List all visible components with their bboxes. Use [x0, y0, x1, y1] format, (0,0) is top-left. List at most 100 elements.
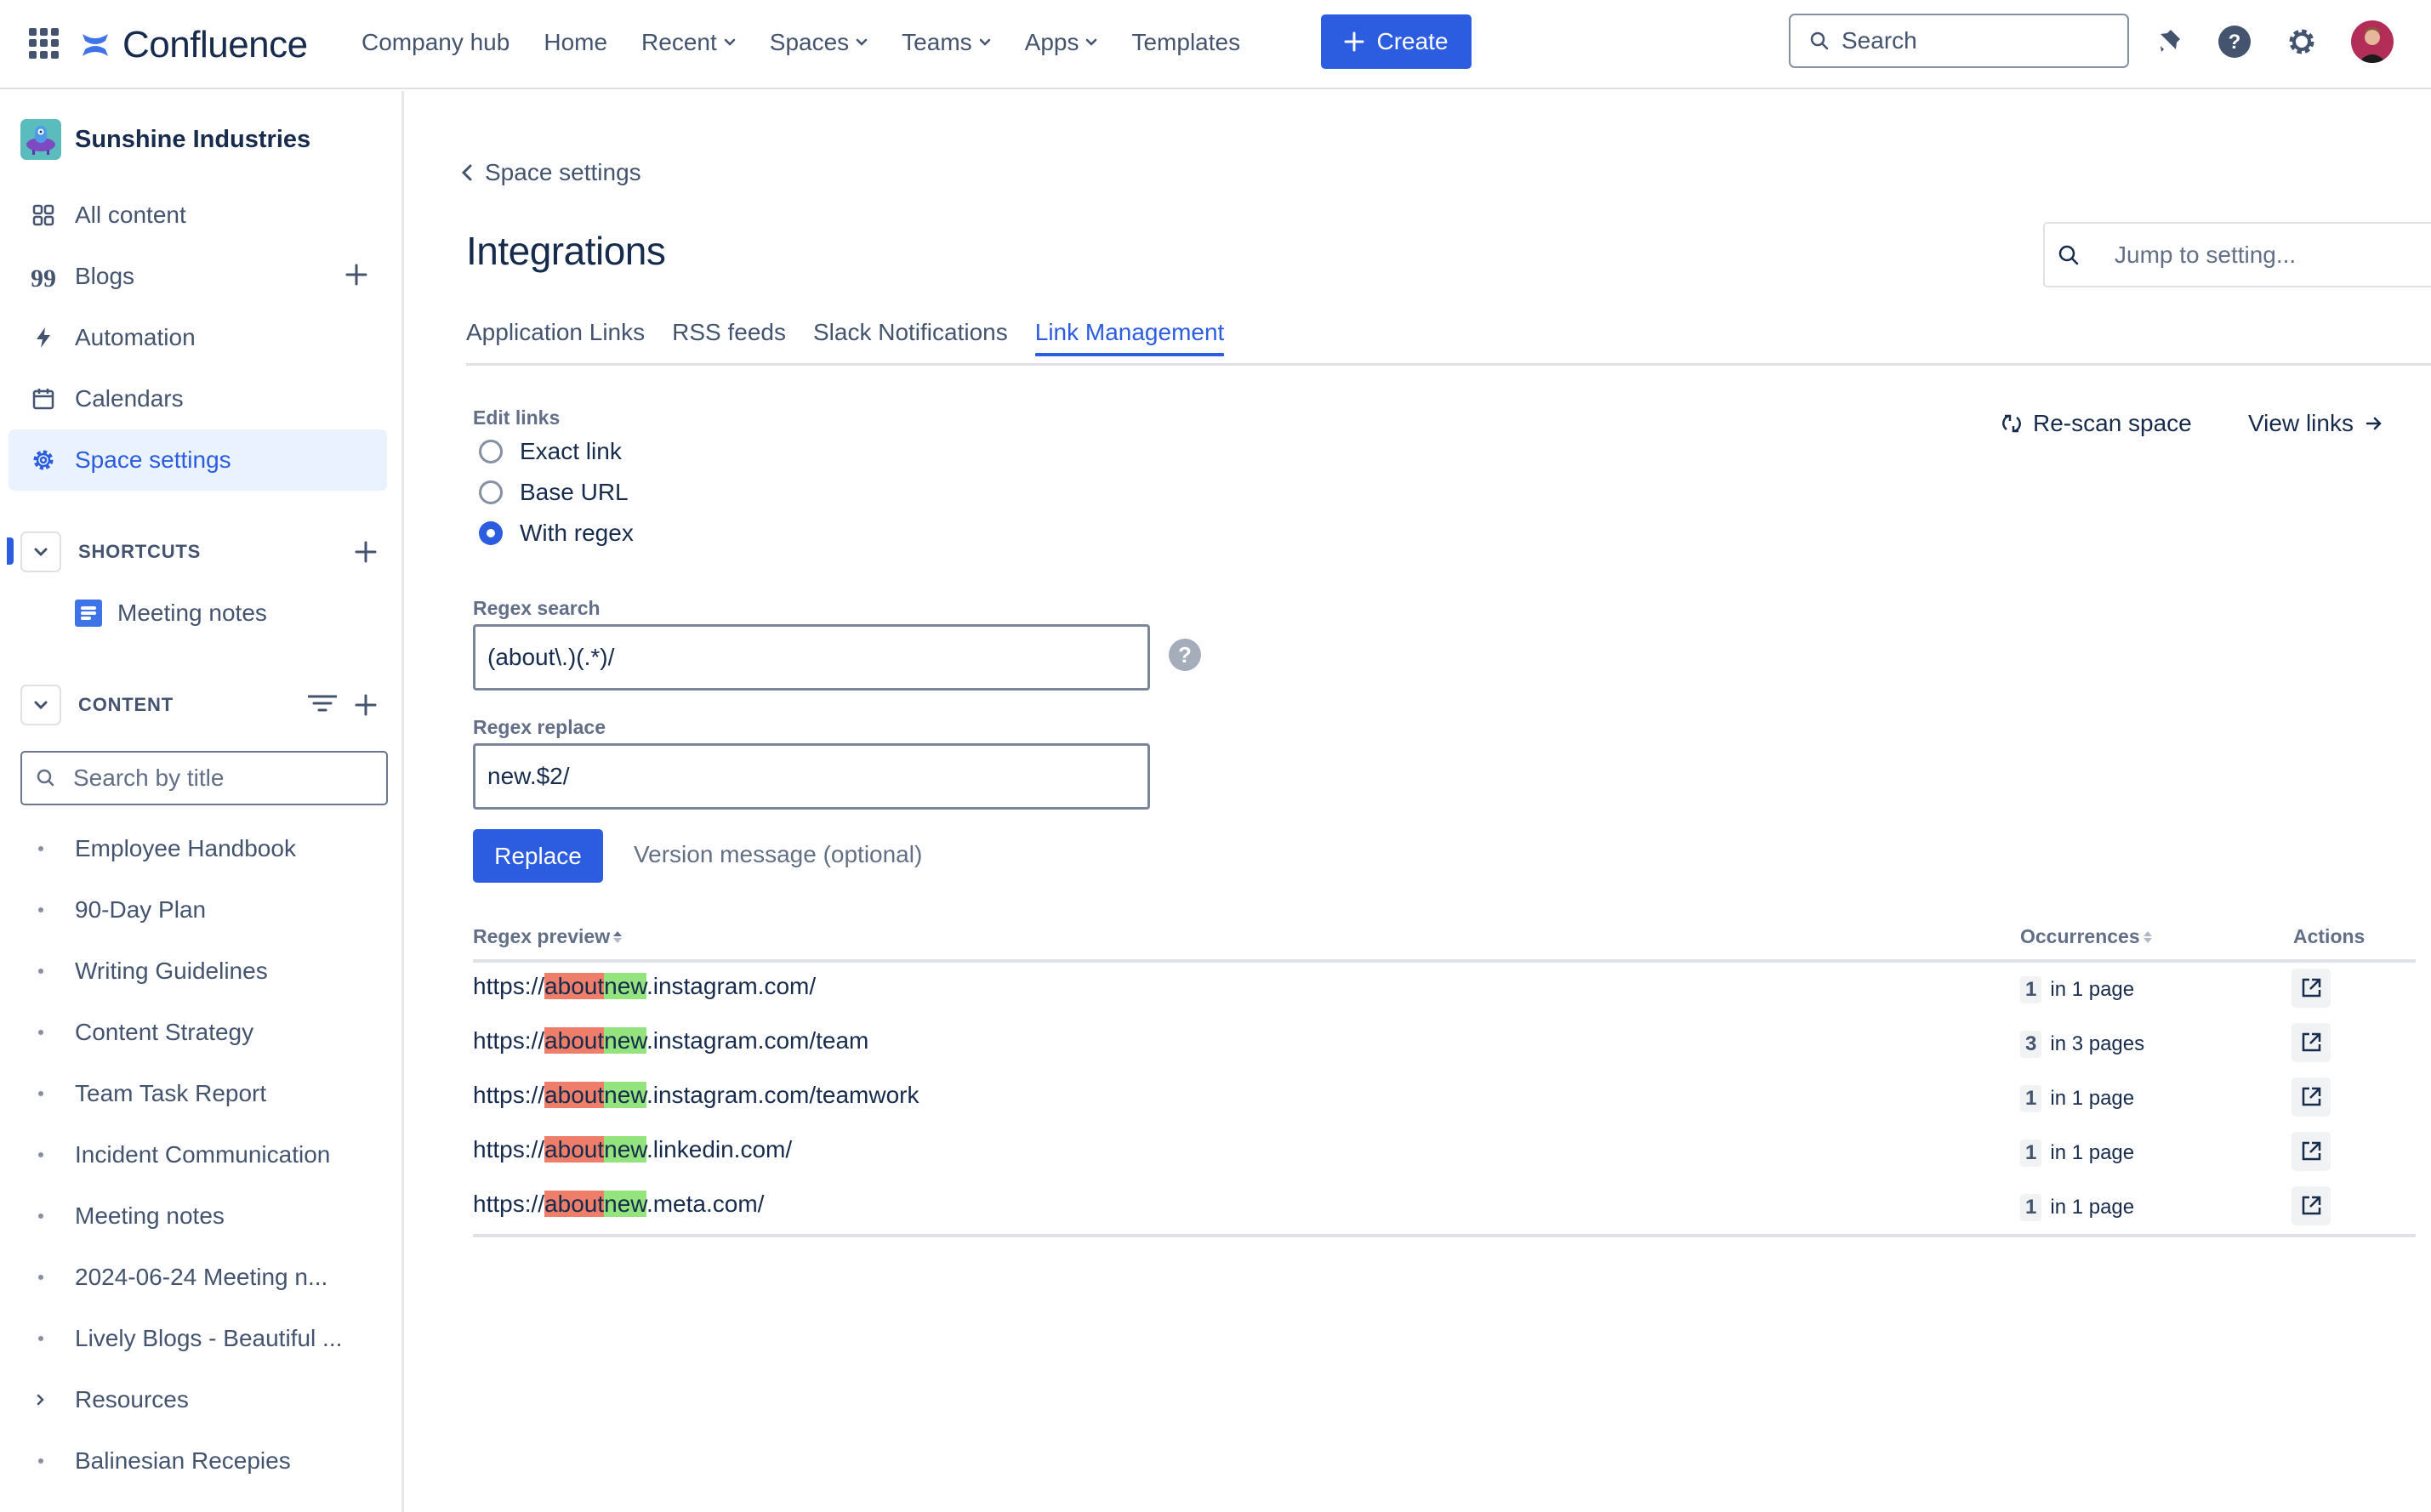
regex-preview-url: https://aboutnew.instagram.com/team — [473, 1027, 868, 1054]
tab-link-management[interactable]: Link Management — [1034, 319, 1224, 356]
content-tree-item[interactable]: Balinesian Recepies — [20, 1430, 386, 1492]
arrow-right-icon — [2366, 417, 2382, 430]
sort-icon — [2143, 930, 2152, 943]
occurrences-cell: 1 in 1 page — [2020, 1194, 2134, 1221]
sidebar-item-all-content[interactable]: All content — [9, 185, 387, 246]
version-message-input[interactable]: Version message (optional) — [634, 841, 922, 868]
regex-search-input[interactable]: (about\.)(.*)/ — [473, 624, 1150, 691]
avatar[interactable] — [2351, 20, 2394, 63]
radio-exact-link[interactable]: Exact link — [479, 438, 622, 465]
content-tree-item[interactable]: Employee Handbook — [20, 818, 386, 879]
add-shortcut-icon[interactable] — [354, 540, 378, 564]
search-placeholder: Search by title — [73, 765, 225, 791]
bullet-icon — [20, 1335, 61, 1342]
content-tree-item[interactable]: Lively Blogs - Beautiful ... — [20, 1308, 386, 1369]
column-header-occurrences[interactable]: Occurrences — [2020, 925, 2152, 948]
jump-to-setting-input[interactable]: Jump to setting... — [2043, 222, 2431, 287]
radio-unchecked-icon[interactable] — [479, 480, 503, 504]
chevron-right-icon[interactable] — [20, 1393, 61, 1407]
add-content-icon[interactable] — [354, 693, 378, 717]
external-link-icon — [2300, 1140, 2322, 1162]
help-icon[interactable]: ? — [2215, 22, 2254, 61]
radio-checked-icon[interactable] — [479, 521, 503, 545]
sidebar-item-space-settings[interactable]: Space settings — [9, 429, 387, 491]
content-title: CONTENT — [78, 694, 174, 715]
sidebar-item-calendars[interactable]: Calendars — [9, 368, 387, 429]
content-section: CONTENT — [20, 685, 378, 725]
column-header-regex-preview[interactable]: Regex preview — [473, 925, 623, 948]
search-placeholder: Search — [1842, 27, 1917, 54]
create-button[interactable]: Create — [1321, 14, 1472, 69]
tree-item-label: Employee Handbook — [75, 835, 296, 861]
tree-item-label: Writing Guidelines — [75, 958, 268, 984]
open-link-button[interactable] — [2292, 1186, 2331, 1225]
occurrence-count-badge: 1 — [2020, 1140, 2042, 1167]
rescan-label: Re-scan space — [2033, 410, 2192, 436]
content-tree-item[interactable]: Meeting notes — [20, 1185, 386, 1247]
url-suffix: .instagram.com/teamwork — [646, 1082, 919, 1108]
open-link-button[interactable] — [2292, 1077, 2331, 1117]
rescan-space-button[interactable]: Re-scan space — [2001, 410, 2192, 437]
shortcuts-collapse-button[interactable] — [20, 531, 61, 572]
chevron-down-icon — [1086, 38, 1097, 46]
content-tree-item[interactable]: Incident Communication — [20, 1124, 386, 1185]
nav-teams[interactable]: Teams — [902, 29, 990, 56]
shortcut-meeting-notes[interactable]: Meeting notes — [75, 583, 267, 644]
nav-templates[interactable]: Templates — [1131, 29, 1240, 56]
content-search-input[interactable]: Search by title — [20, 751, 388, 805]
radio-unchecked-icon[interactable] — [479, 440, 503, 463]
regex-replace-value: new.$2/ — [487, 763, 570, 789]
replace-button[interactable]: Replace — [473, 829, 603, 883]
nav-company-hub[interactable]: Company hub — [362, 29, 510, 56]
global-search-input[interactable]: Search — [1789, 14, 2129, 68]
bullet-icon — [20, 1274, 61, 1281]
radio-base-url[interactable]: Base URL — [479, 479, 629, 506]
tree-item-label: 90-Day Plan — [75, 896, 207, 923]
content-tree-item[interactable]: Resources — [20, 1369, 386, 1430]
nav-home[interactable]: Home — [544, 29, 607, 56]
add-blog-icon[interactable] — [344, 263, 370, 288]
jump-placeholder: Jump to setting... — [2115, 241, 2297, 268]
nav-recent[interactable]: Recent — [641, 29, 736, 56]
content-tree-item[interactable]: Team Task Report — [20, 1063, 386, 1124]
nav-apps[interactable]: Apps — [1025, 29, 1098, 56]
table-row: https://aboutnew.meta.com/1 in 1 page — [473, 1180, 2416, 1235]
app-switcher-icon[interactable] — [29, 28, 60, 59]
settings-icon[interactable] — [2282, 22, 2321, 61]
open-link-button[interactable] — [2292, 1132, 2331, 1171]
shortcuts-section: SHORTCUTS — [20, 531, 378, 572]
confluence-logo[interactable]: Confluence — [80, 24, 308, 66]
notifications-icon[interactable] — [2149, 22, 2188, 61]
url-suffix: .instagram.com/team — [646, 1027, 869, 1054]
radio-with-regex[interactable]: With regex — [479, 520, 634, 547]
content-tree-item[interactable]: 90-Day Plan — [20, 879, 386, 941]
nav-spaces[interactable]: Spaces — [770, 29, 868, 56]
space-header[interactable]: Sunshine Industries — [20, 119, 310, 160]
sidebar-item-automation[interactable]: Automation — [9, 307, 387, 368]
content-collapse-button[interactable] — [20, 685, 61, 725]
view-links-button[interactable]: View links — [2248, 410, 2384, 437]
sidebar-item-blogs[interactable]: 99 Blogs — [9, 246, 387, 307]
occurrence-count-badge: 3 — [2020, 1031, 2042, 1058]
regex-preview-url: https://aboutnew.linkedin.com/ — [473, 1136, 792, 1163]
active-indicator — [7, 537, 14, 565]
tab-rss-feeds[interactable]: RSS feeds — [672, 319, 786, 356]
quote-icon: 99 — [29, 262, 58, 291]
regex-replace-input[interactable]: new.$2/ — [473, 743, 1150, 810]
content-tree-item[interactable]: Writing Guidelines — [20, 941, 386, 1002]
back-label: Space settings — [485, 159, 641, 185]
tab-application-links[interactable]: Application Links — [466, 319, 645, 356]
content-tree-item[interactable]: Content Strategy — [20, 1002, 386, 1063]
tab-slack-notifications[interactable]: Slack Notifications — [813, 319, 1008, 356]
filter-icon[interactable] — [308, 693, 337, 717]
open-link-button[interactable] — [2292, 969, 2331, 1008]
table-row: https://aboutnew.instagram.com/teamwork 1… — [473, 1071, 2416, 1126]
regex-help-icon[interactable]: ? — [1169, 639, 1201, 671]
bullet-icon — [20, 1090, 61, 1097]
open-link-button[interactable] — [2292, 1023, 2331, 1062]
back-to-space-settings[interactable]: Space settings — [461, 159, 641, 186]
content-tree-item[interactable]: 2024-06-24 Meeting n... — [20, 1247, 386, 1308]
external-link-icon — [2300, 1032, 2322, 1054]
bullet-icon — [20, 1458, 61, 1464]
sidebar: Sunshine Industries All content 99 Blogs Au… — [0, 91, 404, 1512]
